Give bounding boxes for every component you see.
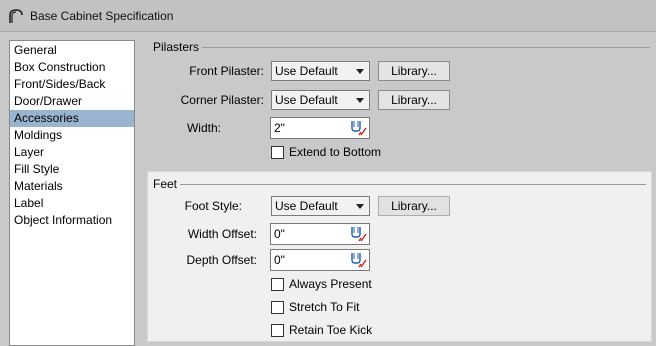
sidebar-item-object-information[interactable]: Object Information <box>10 212 134 229</box>
front-pilaster-library-button[interactable]: Library... <box>378 61 450 81</box>
sidebar-item-layer[interactable]: Layer <box>10 144 134 161</box>
sidebar-item-fill-style[interactable]: Fill Style <box>10 161 134 178</box>
chevron-down-icon <box>356 98 364 103</box>
retain-toe-kick-label: Retain Toe Kick <box>289 323 373 337</box>
foot-style-value: Use Default <box>275 199 338 213</box>
feet-divider <box>180 184 646 185</box>
dimension-unit-icon[interactable] <box>349 226 367 242</box>
stretch-to-fit-checkbox[interactable] <box>271 301 284 314</box>
sidebar-item-moldings[interactable]: Moldings <box>10 127 134 144</box>
front-pilaster-value: Use Default <box>275 64 338 78</box>
dimension-unit-icon[interactable] <box>349 120 367 136</box>
width-offset-label: Width Offset: <box>187 227 257 241</box>
sidebar-item-box-construction[interactable]: Box Construction <box>10 59 134 76</box>
foot-style-library-button[interactable]: Library... <box>378 196 450 216</box>
corner-pilaster-library-button[interactable]: Library... <box>378 90 450 110</box>
chevron-down-icon <box>356 69 364 74</box>
depth-offset-label: Depth Offset: <box>186 253 257 267</box>
window-title: Base Cabinet Specification <box>30 9 174 23</box>
stretch-to-fit-label: Stretch To Fit <box>289 300 360 314</box>
depth-offset-value: 0" <box>274 253 285 267</box>
dimension-unit-icon[interactable] <box>349 252 367 268</box>
pilasters-divider <box>202 47 650 48</box>
front-pilaster-label: Front Pilaster: <box>189 64 264 78</box>
chevron-down-icon <box>356 204 364 209</box>
foot-style-label: Foot Style: <box>184 199 242 213</box>
sidebar-item-door-drawer[interactable]: Door/Drawer <box>10 93 134 110</box>
extend-to-bottom-checkbox[interactable] <box>271 146 284 159</box>
width-offset-value: 0" <box>274 227 285 241</box>
foot-style-select[interactable]: Use Default <box>271 196 370 216</box>
category-list[interactable]: General Box Construction Front/Sides/Bac… <box>9 40 135 346</box>
pilasters-group-label: Pilasters <box>153 40 200 54</box>
pilaster-width-label: Width: <box>186 121 221 135</box>
cabinet-arch-icon <box>9 9 23 23</box>
front-pilaster-select[interactable]: Use Default <box>271 61 370 81</box>
width-offset-input[interactable]: 0" <box>270 223 370 245</box>
sidebar-item-label[interactable]: Label <box>10 195 134 212</box>
feet-group-label: Feet <box>153 177 178 191</box>
corner-pilaster-label: Corner Pilaster: <box>180 93 264 107</box>
corner-pilaster-select[interactable]: Use Default <box>271 90 370 110</box>
always-present-label: Always Present <box>289 277 372 291</box>
sidebar-item-general[interactable]: General <box>10 42 134 59</box>
title-bar: Base Cabinet Specification <box>0 0 656 32</box>
pilaster-width-input[interactable]: 2" <box>270 117 370 139</box>
sidebar-item-materials[interactable]: Materials <box>10 178 134 195</box>
depth-offset-input[interactable]: 0" <box>270 249 370 271</box>
corner-pilaster-value: Use Default <box>275 93 338 107</box>
extend-to-bottom-label: Extend to Bottom <box>289 145 382 159</box>
sidebar-item-accessories[interactable]: Accessories <box>10 110 134 127</box>
pilaster-width-value: 2" <box>274 121 285 135</box>
retain-toe-kick-checkbox[interactable] <box>271 324 284 337</box>
sidebar-item-front-sides-back[interactable]: Front/Sides/Back <box>10 76 134 93</box>
always-present-checkbox[interactable] <box>271 278 284 291</box>
